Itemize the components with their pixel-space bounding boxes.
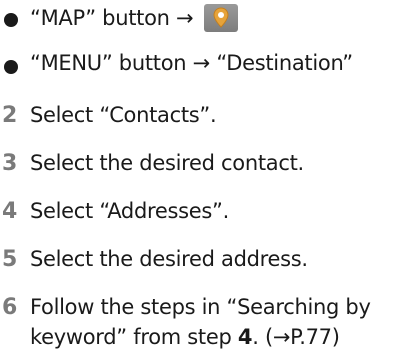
step-text-line2: keyword” from step xyxy=(30,325,238,349)
step-reference: 4 xyxy=(237,325,253,349)
bullet-text: “MAP” button → xyxy=(30,6,194,30)
step-number: 4 xyxy=(2,199,18,224)
map-pin-button-icon xyxy=(203,4,238,32)
step-number: 5 xyxy=(2,247,18,272)
step-text: Select “Addresses”. xyxy=(30,199,229,223)
bullet-text: “MENU” button → “Destination” xyxy=(30,51,353,75)
bullet-icon xyxy=(4,13,18,27)
page-reference: . (→P.77) xyxy=(252,325,340,349)
step-number: 2 xyxy=(2,103,18,128)
step-text: Select the desired address. xyxy=(30,247,308,271)
step-number: 3 xyxy=(2,151,18,176)
bullet-icon xyxy=(4,60,18,74)
step-text: Select the desired contact. xyxy=(30,151,304,175)
step-text: Select “Contacts”. xyxy=(30,103,217,127)
step-number: 6 xyxy=(2,295,18,320)
instruction-page: “MAP” button → “MENU” button → “Destinat… xyxy=(0,0,403,356)
step-text-line1: Follow the steps in “Searching by xyxy=(30,295,371,319)
